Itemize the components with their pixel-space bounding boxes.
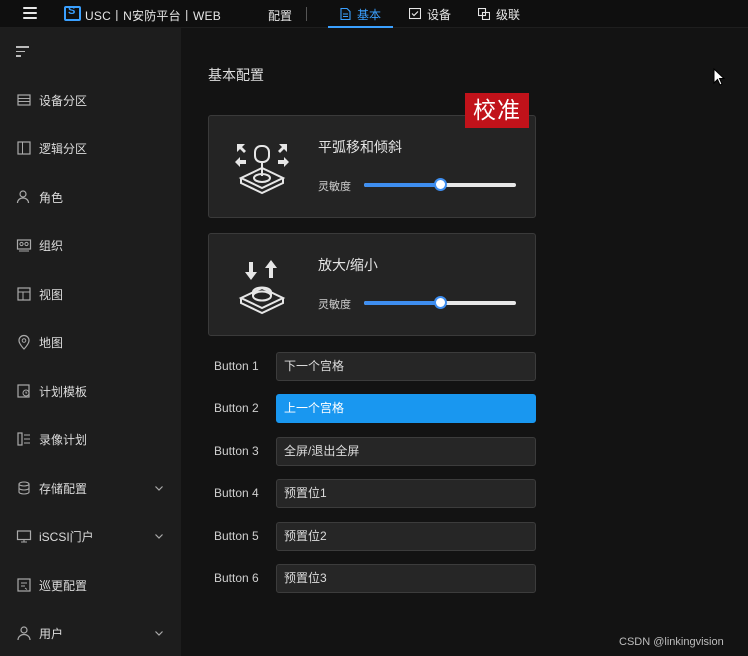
chevron-down-icon[interactable] <box>153 530 165 542</box>
top-divider <box>306 7 307 21</box>
tab-cascade[interactable]: 级联 <box>478 0 520 28</box>
button-mapping-row: Button 1 下一个宫格 <box>208 352 538 382</box>
sidebar-item-storage[interactable]: 存储配置 <box>0 473 181 503</box>
button-label: Button 2 <box>214 401 259 415</box>
sidebar-collapse-icon[interactable] <box>16 46 30 58</box>
sidebar-item-map[interactable]: 地图 <box>0 327 181 357</box>
sensitivity-label: 灵敏度 <box>318 181 351 193</box>
map-pin-icon <box>18 334 30 350</box>
mouse-cursor-icon <box>713 68 725 86</box>
sidebar-item-label: 逻辑分区 <box>39 141 88 156</box>
role-icon <box>16 190 30 204</box>
sensitivity-slider[interactable] <box>364 296 516 309</box>
sidebar-item-label: 视图 <box>39 287 64 302</box>
slider-fill <box>364 183 440 187</box>
iscsi-monitor-icon <box>16 530 32 543</box>
sidebar-item-label: 地图 <box>39 335 64 350</box>
chevron-down-icon[interactable] <box>153 627 165 639</box>
record-plan-icon <box>17 432 30 446</box>
cascade-icon <box>478 8 490 20</box>
sidebar-item-label: 组织 <box>39 238 64 253</box>
slider-fill <box>364 301 440 305</box>
app-logo-icon <box>64 5 81 21</box>
sidebar-item-iscsi[interactable]: iSCSI门户 <box>0 521 181 551</box>
button-action-field[interactable]: 预置位3 <box>276 564 536 593</box>
sidebar: 设备分区 逻辑分区 角色 组织 视图 地图 计划模板 录像计划 存储配置 iSC… <box>0 28 181 656</box>
storage-icon <box>18 481 30 495</box>
tab-basic-label: 基本 <box>357 7 382 22</box>
sidebar-item-label: 计划模板 <box>39 384 88 399</box>
sidebar-item-label: 用户 <box>39 626 64 641</box>
sidebar-item-view[interactable]: 视图 <box>0 279 181 309</box>
document-icon <box>340 8 351 20</box>
joystick-pan-tilt-icon <box>235 144 289 195</box>
button-label: Button 3 <box>214 444 259 458</box>
sensitivity-slider[interactable] <box>364 178 516 191</box>
sidebar-item-device-partition[interactable]: 设备分区 <box>0 85 181 115</box>
watermark: CSDN @linkingvision <box>619 636 724 648</box>
tab-cascade-label: 级联 <box>496 7 521 22</box>
top-bar: USC丨N安防平台丨WEB 配置 基本 设备 级联 <box>0 0 748 28</box>
button-mapping-row: Button 3 全屏/退出全屏 <box>208 437 538 467</box>
tab-device-label: 设备 <box>427 7 452 22</box>
patrol-icon <box>17 578 31 592</box>
pan-tilt-card: 平弧移和倾斜 灵敏度 <box>208 115 536 218</box>
sidebar-item-logic-partition[interactable]: 逻辑分区 <box>0 133 181 163</box>
top-config-label[interactable]: 配置 <box>268 7 292 24</box>
sensitivity-label: 灵敏度 <box>318 299 351 311</box>
button-mapping-row: Button 4 预置位1 <box>208 479 538 509</box>
button-label: Button 5 <box>214 529 259 543</box>
sidebar-item-label: 角色 <box>39 190 64 205</box>
button-action-field[interactable]: 预置位2 <box>276 522 536 551</box>
app-title: USC丨N安防平台丨WEB <box>85 9 221 23</box>
chevron-down-icon[interactable] <box>153 482 165 494</box>
button-mapping-row: Button 5 预置位2 <box>208 522 538 552</box>
slider-thumb[interactable] <box>434 178 447 191</box>
button-action-field[interactable]: 下一个宫格 <box>276 352 536 381</box>
calibration-stamp: 校准 <box>465 93 529 128</box>
slider-thumb[interactable] <box>434 296 447 309</box>
zoom-card: 放大/缩小 灵敏度 <box>208 233 536 336</box>
sidebar-item-label: 存储配置 <box>39 481 88 496</box>
main-content: 基本配置 平弧移和倾斜 灵敏度 校准 放大/缩小 灵敏度 Button 1 下一… <box>181 28 748 656</box>
button-action-field[interactable]: 预置位1 <box>276 479 536 508</box>
sidebar-item-label: 录像计划 <box>39 432 88 447</box>
sidebar-item-role[interactable]: 角色 <box>0 182 181 212</box>
sidebar-item-label: 设备分区 <box>39 93 88 108</box>
button-mapping-row: Button 6 预置位3 <box>208 564 538 594</box>
user-icon <box>17 626 31 641</box>
device-check-icon <box>409 8 421 20</box>
sidebar-item-label: 巡更配置 <box>39 578 88 593</box>
button-action-field[interactable]: 上一个宫格 <box>276 394 536 423</box>
section-title: 基本配置 <box>208 67 264 83</box>
sidebar-item-label: iSCSI门户 <box>39 529 94 544</box>
tab-basic[interactable]: 基本 <box>327 0 394 28</box>
button-label: Button 1 <box>214 359 259 373</box>
logic-partition-icon <box>17 141 31 155</box>
plan-template-icon <box>17 384 30 398</box>
button-mapping-row: Button 2 上一个宫格 <box>208 394 538 424</box>
sidebar-item-plan-template[interactable]: 计划模板 <box>0 376 181 406</box>
card-title: 放大/缩小 <box>318 257 378 273</box>
sidebar-item-organization[interactable]: 组织 <box>0 230 181 260</box>
sidebar-item-patrol[interactable]: 巡更配置 <box>0 570 181 600</box>
menu-icon[interactable] <box>23 7 37 19</box>
sidebar-item-record-plan[interactable]: 录像计划 <box>0 424 181 454</box>
button-label: Button 6 <box>214 571 259 585</box>
view-icon <box>17 287 31 301</box>
joystick-zoom-icon <box>238 260 286 315</box>
organization-icon <box>16 239 32 252</box>
tab-device[interactable]: 设备 <box>409 0 451 28</box>
button-action-field[interactable]: 全屏/退出全屏 <box>276 437 536 466</box>
device-partition-icon <box>17 94 31 106</box>
button-label: Button 4 <box>214 486 259 500</box>
sidebar-item-user[interactable]: 用户 <box>0 618 181 648</box>
card-title: 平弧移和倾斜 <box>318 139 402 155</box>
